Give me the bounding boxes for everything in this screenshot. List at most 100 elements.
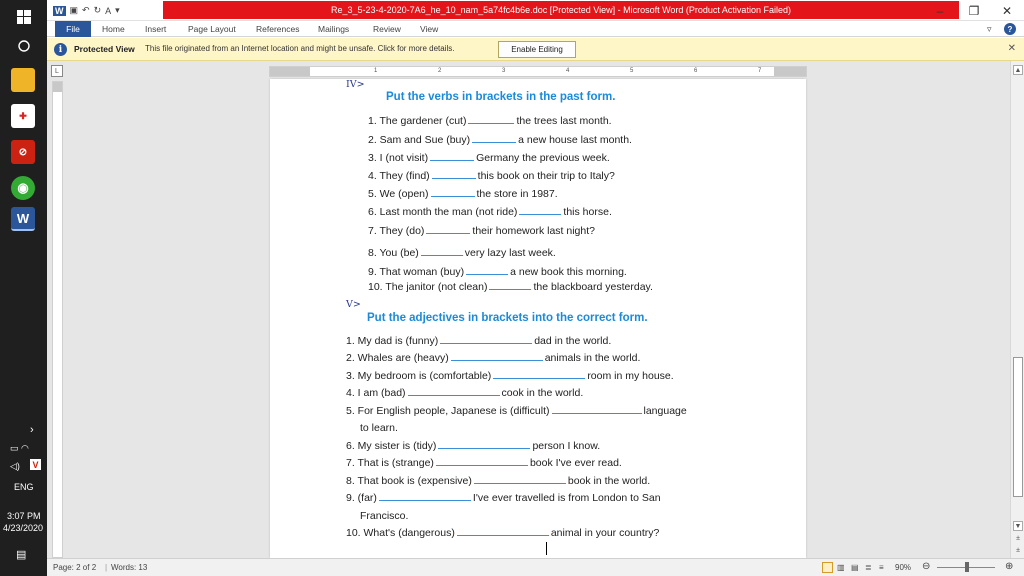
file-explorer-icon[interactable] xyxy=(11,68,35,92)
line-prefix: 7. They (do) xyxy=(368,225,425,237)
search-button[interactable] xyxy=(0,36,47,56)
line-prefix: 6. My sister is (tidy) xyxy=(346,440,437,452)
zoom-slider-thumb[interactable] xyxy=(965,562,969,572)
ruler-label: 6 xyxy=(694,68,698,74)
customize-qat-icon[interactable]: ▾ xyxy=(115,5,120,16)
tab-mailings[interactable]: Mailings xyxy=(318,21,349,37)
answer-blank xyxy=(430,188,475,197)
ruler-label: 2 xyxy=(438,68,442,74)
undo-icon[interactable]: ↶ xyxy=(82,5,90,16)
info-icon: i xyxy=(54,43,67,56)
line-suffix: this horse. xyxy=(563,206,612,218)
tab-selector[interactable]: L xyxy=(51,65,63,77)
windows-logo-icon xyxy=(16,10,31,24)
print-layout-icon[interactable] xyxy=(822,562,833,573)
line-prefix: 4. I am (bad) xyxy=(346,387,406,399)
line-suffix: the trees last month. xyxy=(516,115,612,127)
draft-icon[interactable]: ≡ xyxy=(879,563,884,572)
full-screen-reading-icon[interactable]: ▥ xyxy=(837,563,845,572)
line-prefix: 4. They (find) xyxy=(368,170,430,182)
zoom-out-icon[interactable]: ⊖ xyxy=(922,561,930,572)
line-suffix: room in my house. xyxy=(587,370,674,382)
tab-home[interactable]: Home xyxy=(102,21,125,37)
app-icon-2[interactable]: ⊘ xyxy=(11,140,35,164)
line-suffix: dad in the world. xyxy=(534,335,612,347)
exercise-line: 2. Whales are (heavy) animals in the worl… xyxy=(346,352,640,364)
document-page[interactable]: IV> Put the verbs in brackets in the pas… xyxy=(270,79,806,558)
tab-file[interactable]: File xyxy=(55,21,91,37)
word-taskbar-icon[interactable]: W xyxy=(11,207,35,231)
tab-page-layout[interactable]: Page Layout xyxy=(188,21,236,37)
line-suffix: very lazy last week. xyxy=(464,247,556,259)
previous-page-icon[interactable]: ± xyxy=(1013,533,1023,543)
protected-view-message[interactable]: This file originated from an Internet lo… xyxy=(145,44,455,53)
chevron-up-icon[interactable]: › xyxy=(30,424,34,436)
line-suffix: language xyxy=(643,405,687,417)
app-icon-1[interactable]: ✚ xyxy=(11,104,35,128)
status-bar: Page: 2 of 2 | Words: 13 ▥ ▤ ≣ ≡ 90% ⊖ ⊕ xyxy=(47,558,1024,576)
redo-icon[interactable]: ↻ xyxy=(94,5,102,16)
clock-date[interactable]: 4/23/2020 xyxy=(3,523,43,533)
line-prefix: 3. I (not visit) xyxy=(368,152,429,164)
close-icon[interactable]: ✕ xyxy=(1008,43,1016,54)
ruler-margin xyxy=(270,67,310,76)
page-count[interactable]: Page: 2 of 2 xyxy=(53,563,96,572)
line-prefix: 5. We (open) xyxy=(368,188,429,200)
exercise-line: Francisco. xyxy=(360,510,408,522)
scroll-up-icon[interactable]: ▲ xyxy=(1013,65,1023,75)
help-icon[interactable]: ? xyxy=(1004,23,1016,35)
save-icon[interactable]: ▣ xyxy=(70,5,79,16)
zoom-in-icon[interactable]: ⊕ xyxy=(1005,561,1013,572)
volume-icon[interactable]: ◁) xyxy=(10,461,20,472)
antivirus-icon[interactable]: V xyxy=(30,459,41,470)
line-prefix: 2. Sam and Sue (buy) xyxy=(368,134,471,146)
start-button[interactable] xyxy=(0,6,47,28)
window-title: Re_3_5-23-4-2020-7A6_he_10_nam_5a74fc4b6… xyxy=(163,1,959,19)
outline-icon[interactable]: ≣ xyxy=(865,563,872,572)
minimize-button[interactable]: – xyxy=(923,0,957,21)
word-count[interactable]: Words: 13 xyxy=(111,563,147,572)
quick-access-toolbar: W ▣ ↶ ↻ A ▾ xyxy=(53,2,120,19)
tab-insert[interactable]: Insert xyxy=(145,21,166,37)
line-prefix: 9. That woman (buy) xyxy=(368,266,465,278)
browser-icon[interactable]: ◉ xyxy=(11,176,35,200)
vertical-scrollbar[interactable]: ▲ ▼ ± ± xyxy=(1010,61,1024,558)
tab-review[interactable]: Review xyxy=(373,21,401,37)
scroll-thumb[interactable] xyxy=(1013,357,1023,497)
tab-references[interactable]: References xyxy=(256,21,299,37)
restore-button[interactable]: ❐ xyxy=(957,0,991,21)
line-prefix: 5. For English people, Japanese is (diff… xyxy=(346,405,550,417)
windows-taskbar: ✚ ⊘ ◉ W › ▭ ◠ ◁) V ENG 3:07 PM 4/23/2020… xyxy=(0,0,47,576)
exercise-line: 1. My dad is (funny) dad in the world. xyxy=(346,335,611,347)
exercise-line: 9. That woman (buy) a new book this morni… xyxy=(368,266,627,278)
line-prefix: 7. That is (strange) xyxy=(346,457,434,469)
notification-icon[interactable]: ▤ xyxy=(16,548,26,561)
ruler-label: 4 xyxy=(566,68,570,74)
network-icon[interactable]: ▭ ◠ xyxy=(10,443,29,454)
close-button[interactable]: ✕ xyxy=(990,0,1024,21)
answer-blank xyxy=(489,281,532,290)
screen: ✚ ⊘ ◉ W › ▭ ◠ ◁) V ENG 3:07 PM 4/23/2020… xyxy=(0,0,1024,576)
web-layout-icon[interactable]: ▤ xyxy=(851,563,859,572)
exercise-line: 3. My bedroom is (comfortable) room in my… xyxy=(346,370,674,382)
ruler-label: 3 xyxy=(502,68,506,74)
answer-blank xyxy=(440,335,533,344)
answer-blank xyxy=(407,387,500,396)
line-suffix: animal in your country? xyxy=(550,527,660,539)
enable-editing-button[interactable]: Enable Editing xyxy=(498,41,576,58)
clock-time[interactable]: 3:07 PM xyxy=(7,511,41,521)
tab-view[interactable]: View xyxy=(420,21,438,37)
answer-blank xyxy=(426,225,471,234)
line-suffix: person I know. xyxy=(532,440,601,452)
horizontal-ruler[interactable]: 1 2 3 4 5 6 7 xyxy=(269,66,807,77)
language-indicator[interactable]: ENG xyxy=(14,482,34,492)
ruler-label: 7 xyxy=(758,68,762,74)
section-marker: IV> xyxy=(346,79,365,90)
next-page-icon[interactable]: ± xyxy=(1013,545,1023,555)
font-color-icon[interactable]: A xyxy=(105,6,111,16)
exercise-line: 3. I (not visit) Germany the previous wee… xyxy=(368,152,610,164)
ribbon-collapse-icon[interactable]: ▿ xyxy=(987,21,992,37)
vertical-ruler[interactable] xyxy=(52,81,63,558)
zoom-level[interactable]: 90% xyxy=(895,563,911,572)
scroll-down-icon[interactable]: ▼ xyxy=(1013,521,1023,531)
